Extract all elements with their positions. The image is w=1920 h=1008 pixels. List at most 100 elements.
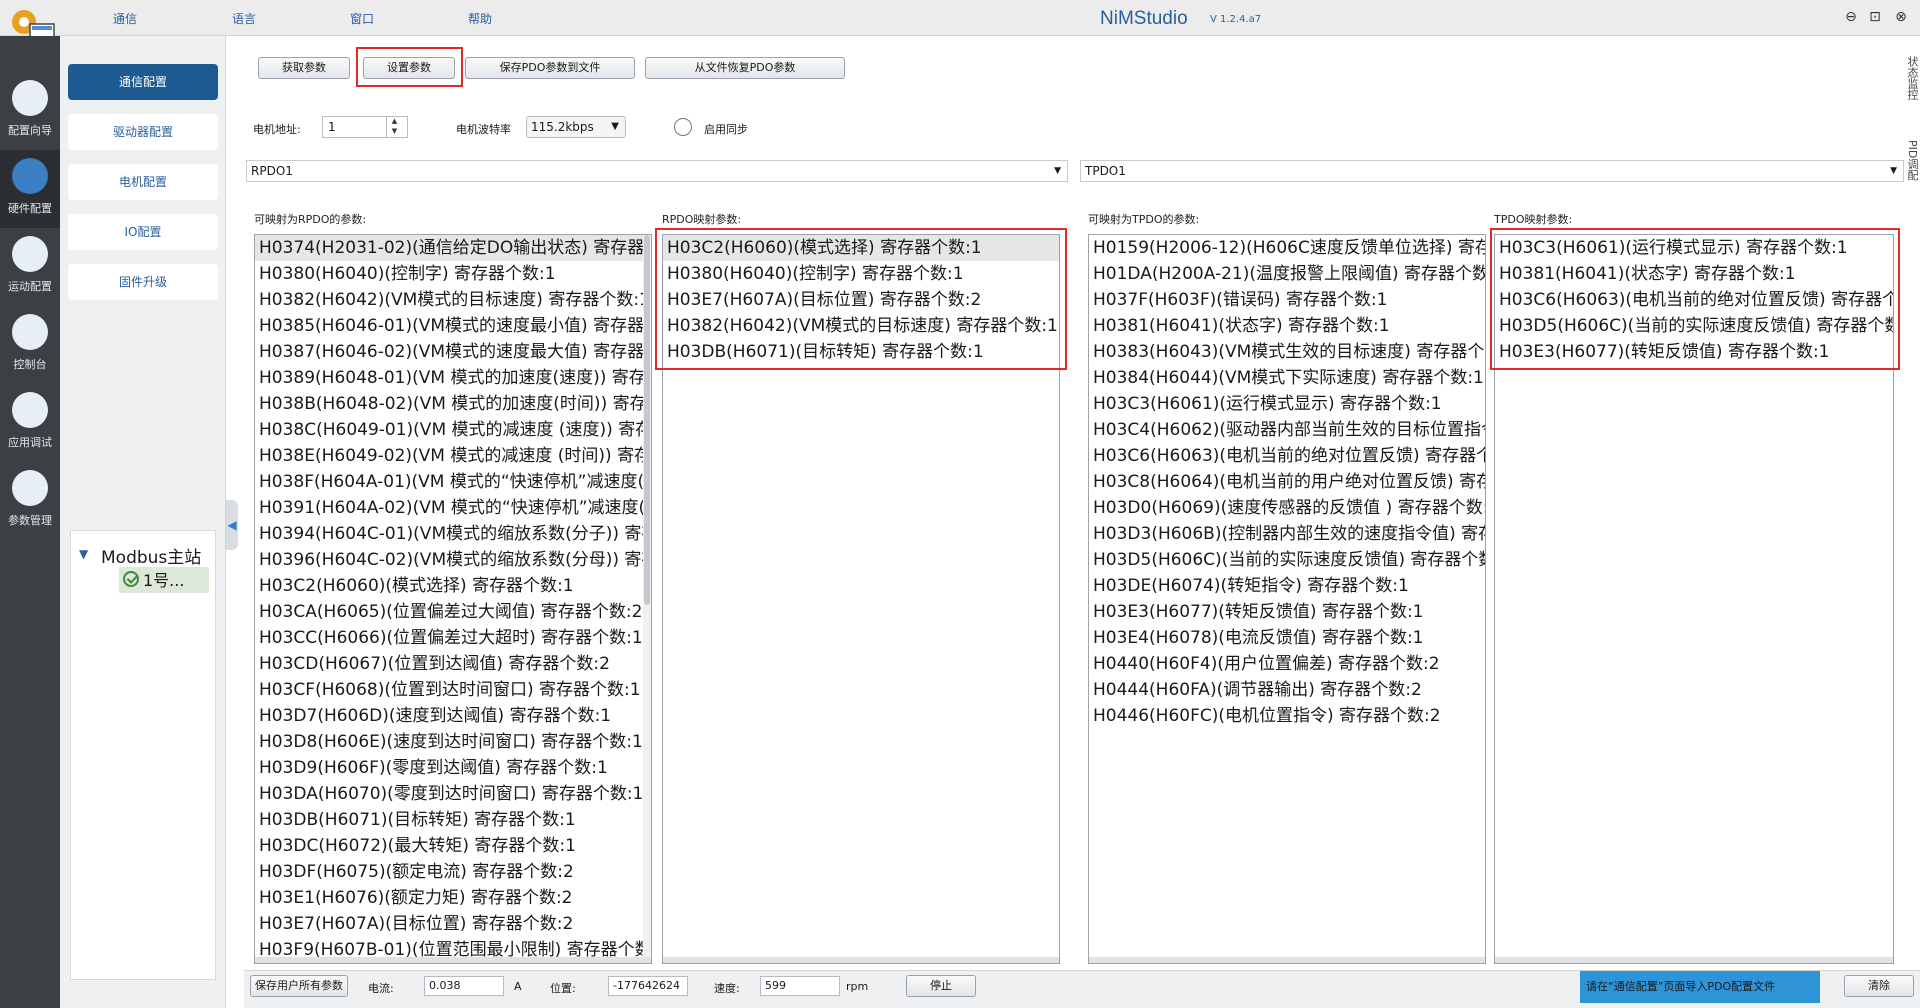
- scrollbar[interactable]: [663, 957, 1059, 963]
- list-item[interactable]: H03E3(H6077)(转矩反馈值) 寄存器个数:1: [1495, 339, 1893, 365]
- list-item[interactable]: H03E1(H6076)(额定力矩) 寄存器个数:2: [255, 885, 651, 911]
- list-item[interactable]: H0389(H6048-01)(VM 模式的加速度(速度)) 寄存器个数:2: [255, 365, 651, 391]
- minimize-icon[interactable]: ⊖: [1842, 8, 1860, 26]
- list-item[interactable]: H03E7(H607A)(目标位置) 寄存器个数:2: [663, 287, 1059, 313]
- close-icon[interactable]: ⊗: [1892, 8, 1910, 26]
- list-item[interactable]: H03D3(H606B)(控制器内部生效的速度指令值) 寄存器个数:2: [1089, 521, 1485, 547]
- list-item[interactable]: H0396(H604C-02)(VM模式的缩放系数(分母)) 寄存器个数:2: [255, 547, 651, 573]
- list-item[interactable]: H03DA(H6070)(零度到达时间窗口) 寄存器个数:1: [255, 781, 651, 807]
- save-pdo-file-button[interactable]: 保存PDO参数到文件: [465, 57, 635, 79]
- list-item[interactable]: H03CC(H6066)(位置偏差过大超时) 寄存器个数:1: [255, 625, 651, 651]
- list-item[interactable]: H037F(H603F)(错误码) 寄存器个数:1: [1089, 287, 1485, 313]
- tpdo-mapped-list[interactable]: H03C3(H6061)(运行模式显示) 寄存器个数:1 H0381(H6041)…: [1494, 234, 1894, 964]
- scrollbar[interactable]: [1089, 957, 1485, 963]
- tree-node-device[interactable]: 1号...: [119, 567, 209, 593]
- rpdo-select[interactable]: RPDO1 ▼: [246, 160, 1068, 182]
- list-item[interactable]: H03D5(H606C)(当前的实际速度反馈值) 寄存器个数:2: [1089, 547, 1485, 573]
- scrollbar[interactable]: [1495, 957, 1893, 963]
- list-item[interactable]: H01DA(H200A-21)(温度报警上限阈值) 寄存器个数:1: [1089, 261, 1485, 287]
- list-item[interactable]: H03C2(H6060)(模式选择) 寄存器个数:1: [663, 235, 1059, 261]
- list-item[interactable]: H03DC(H6072)(最大转矩) 寄存器个数:1: [255, 833, 651, 859]
- list-item[interactable]: H0446(H60FC)(电机位置指令) 寄存器个数:2: [1089, 703, 1485, 729]
- tree-root[interactable]: Modbus主站: [101, 543, 201, 568]
- tpdo-select[interactable]: TPDO1 ▼: [1080, 160, 1904, 182]
- list-item[interactable]: H0374(H2031-02)(通信给定DO输出状态) 寄存器个数:1: [255, 235, 651, 261]
- list-item[interactable]: H0381(H6041)(状态字) 寄存器个数:1: [1495, 261, 1893, 287]
- list-item[interactable]: H038B(H6048-02)(VM 模式的加速度(时间)) 寄存器个数:1: [255, 391, 651, 417]
- tab-status-monitor[interactable]: 状态监控: [1900, 56, 1920, 100]
- tree-expand-icon[interactable]: ▼: [79, 547, 88, 561]
- list-item[interactable]: H0380(H6040)(控制字) 寄存器个数:1: [255, 261, 651, 287]
- save-all-params-button[interactable]: 保存用户所有参数: [250, 975, 348, 997]
- rail-item-hardware[interactable]: 硬件配置: [0, 150, 60, 228]
- menu-help[interactable]: 帮助: [468, 10, 492, 27]
- rail-item-params[interactable]: 参数管理: [0, 462, 60, 540]
- list-item[interactable]: H03DE(H6074)(转矩指令) 寄存器个数:1: [1089, 573, 1485, 599]
- list-item[interactable]: H03C3(H6061)(运行模式显示) 寄存器个数:1: [1495, 235, 1893, 261]
- collapse-panel-icon[interactable]: ◀: [226, 500, 238, 550]
- list-item[interactable]: H0159(H2006-12)(H606C速度反馈单位选择) 寄存器个数:1: [1089, 235, 1485, 261]
- stop-button[interactable]: 停止: [906, 975, 976, 997]
- subnav-driver-config[interactable]: 驱动器配置: [68, 114, 218, 150]
- subnav-io-config[interactable]: IO配置: [68, 214, 218, 250]
- subnav-firmware[interactable]: 固件升级: [68, 264, 218, 300]
- baud-rate-select[interactable]: 115.2kbps ▼: [526, 116, 626, 138]
- list-item[interactable]: H03CA(H6065)(位置偏差过大阈值) 寄存器个数:2: [255, 599, 651, 625]
- list-item[interactable]: H03E7(H607A)(目标位置) 寄存器个数:2: [255, 911, 651, 937]
- list-item[interactable]: H03E4(H6078)(电流反馈值) 寄存器个数:1: [1089, 625, 1485, 651]
- list-item[interactable]: H0382(H6042)(VM模式的目标速度) 寄存器个数:1: [255, 287, 651, 313]
- clear-button[interactable]: 清除: [1844, 975, 1914, 997]
- list-item[interactable]: H0444(H60FA)(调节器输出) 寄存器个数:2: [1089, 677, 1485, 703]
- list-item[interactable]: H03CF(H6068)(位置到达时间窗口) 寄存器个数:1: [255, 677, 651, 703]
- rpdo-mapped-list[interactable]: H03C2(H6060)(模式选择) 寄存器个数:1 H0380(H6040)(控…: [662, 234, 1060, 964]
- list-item[interactable]: H0382(H6042)(VM模式的目标速度) 寄存器个数:1: [663, 313, 1059, 339]
- list-item[interactable]: H0381(H6041)(状态字) 寄存器个数:1: [1089, 313, 1485, 339]
- rail-item-debug[interactable]: 应用调试: [0, 384, 60, 462]
- subnav-comm-config[interactable]: 通信配置: [68, 64, 218, 100]
- tpdo-available-list[interactable]: H0159(H2006-12)(H606C速度反馈单位选择) 寄存器个数:1H0…: [1088, 234, 1486, 964]
- menu-language[interactable]: 语言: [232, 10, 256, 27]
- list-item[interactable]: H0385(H6046-01)(VM模式的速度最小值) 寄存器个数:2: [255, 313, 651, 339]
- list-item[interactable]: H03CD(H6067)(位置到达阈值) 寄存器个数:2: [255, 651, 651, 677]
- subnav-motor-config[interactable]: 电机配置: [68, 164, 218, 200]
- restore-pdo-file-button[interactable]: 从文件恢复PDO参数: [645, 57, 845, 79]
- restore-icon[interactable]: ⊡: [1866, 8, 1884, 26]
- list-item[interactable]: H03E3(H6077)(转矩反馈值) 寄存器个数:1: [1089, 599, 1485, 625]
- list-item[interactable]: H038C(H6049-01)(VM 模式的减速度 (速度)) 寄存器个数:2: [255, 417, 651, 443]
- list-item[interactable]: H03DB(H6071)(目标转矩) 寄存器个数:1: [663, 339, 1059, 365]
- list-item[interactable]: H03D8(H606E)(速度到达时间窗口) 寄存器个数:1: [255, 729, 651, 755]
- list-item[interactable]: H03C4(H6062)(驱动器内部当前生效的目标位置指令) 寄存器个数:2: [1089, 417, 1485, 443]
- list-item[interactable]: H03DF(H6075)(额定电流) 寄存器个数:2: [255, 859, 651, 885]
- list-item[interactable]: H03C2(H6060)(模式选择) 寄存器个数:1: [255, 573, 651, 599]
- list-item[interactable]: H03D7(H606D)(速度到达阈值) 寄存器个数:1: [255, 703, 651, 729]
- set-params-button[interactable]: 设置参数: [363, 57, 455, 79]
- list-item[interactable]: H0380(H6040)(控制字) 寄存器个数:1: [663, 261, 1059, 287]
- list-item[interactable]: H038F(H604A-01)(VM 模式的“快速停机”减速度(速度)) 寄存器…: [255, 469, 651, 495]
- rpdo-available-list[interactable]: H0374(H2031-02)(通信给定DO输出状态) 寄存器个数:1 H0380…: [254, 234, 652, 964]
- list-item[interactable]: H03D0(H6069)(速度传感器的反馈值 ) 寄存器个数:2: [1089, 495, 1485, 521]
- menu-window[interactable]: 窗口: [350, 10, 374, 27]
- list-item[interactable]: H0387(H6046-02)(VM模式的速度最大值) 寄存器个数:2: [255, 339, 651, 365]
- list-item[interactable]: H03C6(H6063)(电机当前的绝对位置反馈) 寄存器个数:2: [1089, 443, 1485, 469]
- list-item[interactable]: H03DB(H6071)(目标转矩) 寄存器个数:1: [255, 807, 651, 833]
- rail-item-wizard[interactable]: 配置向导: [0, 72, 60, 150]
- list-item[interactable]: H0440(H60F4)(用户位置偏差) 寄存器个数:2: [1089, 651, 1485, 677]
- rail-item-console[interactable]: 控制台: [0, 306, 60, 384]
- list-item[interactable]: H03C8(H6064)(电机当前的用户绝对位置反馈) 寄存器个数:2: [1089, 469, 1485, 495]
- quantity-stepper[interactable]: ▲ ▼: [386, 116, 402, 138]
- list-item[interactable]: H03D5(H606C)(当前的实际速度反馈值) 寄存器个数:2: [1495, 313, 1893, 339]
- list-item[interactable]: H0391(H604A-02)(VM 模式的“快速停机”减速度(时间)) 寄存器…: [255, 495, 651, 521]
- list-item[interactable]: H03C3(H6061)(运行模式显示) 寄存器个数:1: [1089, 391, 1485, 417]
- list-item[interactable]: H03C6(H6063)(电机当前的绝对位置反馈) 寄存器个数:2: [1495, 287, 1893, 313]
- scrollbar[interactable]: [255, 957, 651, 963]
- list-item[interactable]: H038E(H6049-02)(VM 模式的减速度 (时间)) 寄存器个数:1: [255, 443, 651, 469]
- list-item[interactable]: H0394(H604C-01)(VM模式的缩放系数(分子)) 寄存器个数:2: [255, 521, 651, 547]
- enable-sync-radio[interactable]: [674, 118, 692, 136]
- get-params-button[interactable]: 获取参数: [258, 57, 350, 79]
- scrollbar[interactable]: [643, 235, 651, 963]
- list-item[interactable]: H0384(H6044)(VM模式下实际速度) 寄存器个数:1: [1089, 365, 1485, 391]
- rail-item-motion[interactable]: 运动配置: [0, 228, 60, 306]
- list-item[interactable]: H03D9(H606F)(零度到达阈值) 寄存器个数:1: [255, 755, 651, 781]
- menu-communication[interactable]: 通信: [113, 10, 137, 27]
- list-item[interactable]: H0383(H6043)(VM模式生效的目标速度) 寄存器个数:1: [1089, 339, 1485, 365]
